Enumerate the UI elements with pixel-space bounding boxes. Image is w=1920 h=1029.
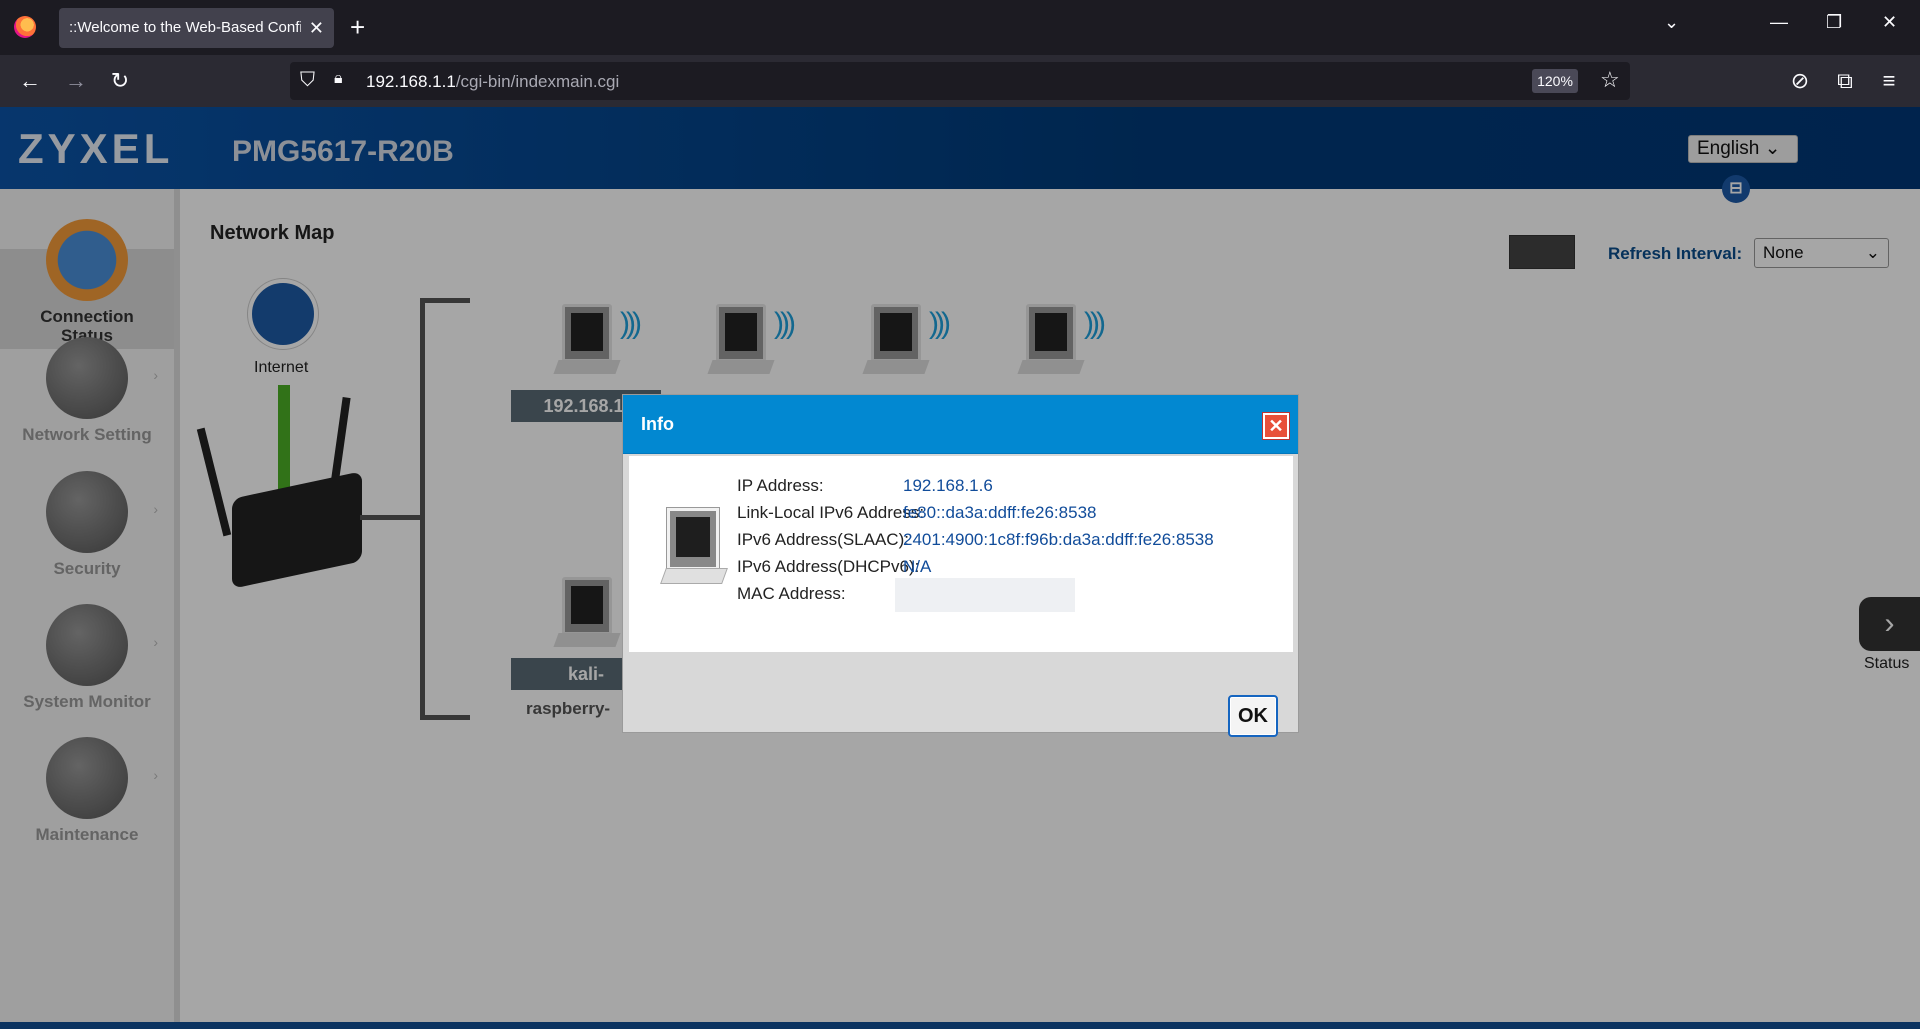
url-host: 192.168.1.1 [366, 72, 456, 91]
mac-address-redacted [895, 578, 1075, 612]
ip-address-value: 192.168.1.6 [903, 476, 993, 495]
list-all-tabs-icon[interactable]: ⌄ [1664, 12, 1679, 33]
dialog-title: Info [641, 414, 674, 434]
restore-icon[interactable]: ❐ [1826, 12, 1842, 33]
browser-tab-bar: ::Welcome to the Web-Based Confi ✕ + ⌄ —… [0, 0, 1920, 55]
pocket-icon[interactable]: ⊘ [1784, 65, 1816, 97]
close-icon[interactable]: ✕ [1263, 413, 1289, 439]
ipv6-slaac-label: IPv6 Address(SLAAC): [737, 530, 909, 549]
mac-address-label: MAC Address: [737, 584, 846, 603]
forward-icon[interactable]: → [60, 65, 92, 97]
link-local-ipv6-label: Link-Local IPv6 Address: [737, 503, 925, 522]
back-icon[interactable]: ← [14, 65, 46, 97]
zoom-level-badge[interactable]: 120% [1532, 69, 1578, 93]
shield-icon[interactable]: ⛉ [300, 69, 315, 92]
dialog-body: IP Address: 192.168.1.6 Link-Local IPv6 … [629, 456, 1293, 652]
ip-address-label: IP Address: [737, 476, 824, 495]
tab-title: ::Welcome to the Web-Based Confi [69, 19, 301, 36]
hamburger-menu-icon[interactable]: ≡ [1873, 65, 1905, 97]
minimize-icon[interactable]: — [1770, 12, 1788, 33]
browser-nav-bar: ← → ↻ ⛉ 🔒︎ 192.168.1.1/cgi-bin/indexmain… [0, 55, 1920, 107]
ipv6-dhcpv6-label: IPv6 Address(DHCPv6): [737, 557, 920, 576]
bookmark-star-icon[interactable]: ☆ [1600, 67, 1620, 93]
dialog-header: Info ✕ [623, 395, 1298, 454]
new-tab-button[interactable]: + [350, 10, 365, 44]
link-local-ipv6-value: fe80::da3a:ddff:fe26:8538 [903, 503, 1097, 522]
url-bar[interactable]: ⛉ 🔒︎ 192.168.1.1/cgi-bin/indexmain.cgi 1… [290, 62, 1630, 100]
ok-button[interactable]: OK [1228, 695, 1278, 737]
lock-icon[interactable]: 🔒︎ [334, 70, 343, 88]
firefox-icon[interactable] [14, 16, 36, 38]
url-path: /cgi-bin/indexmain.cgi [455, 72, 620, 91]
reload-icon[interactable]: ↻ [104, 65, 136, 97]
close-window-icon[interactable]: ✕ [1882, 12, 1897, 33]
browser-tab[interactable]: ::Welcome to the Web-Based Confi ✕ [59, 8, 334, 48]
dialog-footer: OK [623, 660, 1298, 737]
extensions-icon[interactable]: ⧉ [1829, 65, 1861, 97]
bottom-edge-bar [0, 1022, 1920, 1029]
ipv6-slaac-value: 2401:4900:1c8f:f96b:da3a:ddff:fe26:8538 [903, 530, 1214, 549]
tab-close-icon[interactable]: ✕ [309, 8, 324, 48]
computer-icon [660, 508, 728, 588]
info-dialog: Info ✕ IP Address: 192.168.1.6 Link-Loca… [622, 394, 1299, 737]
ipv6-dhcpv6-value: N/A [903, 557, 932, 576]
url-text[interactable]: 192.168.1.1/cgi-bin/indexmain.cgi [366, 72, 619, 92]
